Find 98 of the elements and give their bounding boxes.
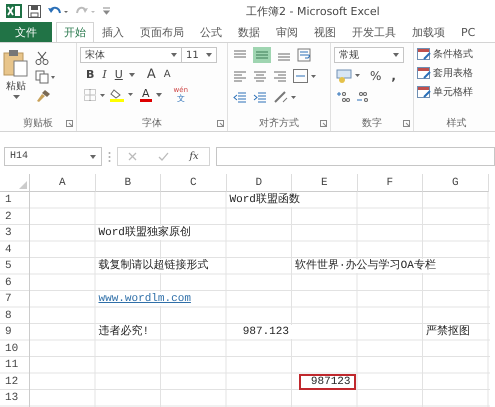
dialog-launcher-icon[interactable] — [320, 120, 327, 127]
border-icon[interactable] — [84, 89, 106, 101]
customize-icon[interactable] — [103, 7, 110, 15]
currency-icon[interactable] — [336, 69, 362, 83]
group-label: 对齐方式 — [259, 116, 299, 130]
cell-text: Word联盟独家原创 — [96, 226, 191, 240]
name-box[interactable]: H14 — [4, 147, 102, 166]
window-title: 工作簿2 - Microsoft Excel — [246, 4, 380, 19]
dialog-launcher-icon[interactable] — [403, 120, 410, 127]
table-style-icon — [417, 66, 431, 80]
orientation-icon[interactable] — [273, 90, 297, 104]
row-header[interactable]: 2 — [0, 208, 30, 225]
font-style-button[interactable]: I — [100, 68, 109, 82]
row-header[interactable]: 12 — [0, 374, 30, 390]
save-icon[interactable] — [28, 4, 41, 18]
row-header[interactable]: 8 — [0, 308, 30, 324]
formula-field[interactable] — [216, 147, 495, 166]
row-header[interactable]: 11 — [0, 357, 30, 374]
comma-button[interactable]: , — [389, 69, 398, 83]
font-color-button[interactable]: A — [140, 88, 152, 102]
row-header[interactable]: 13 — [0, 390, 30, 406]
check-icon[interactable] — [158, 152, 169, 161]
number-format-select[interactable]: 常规 — [334, 47, 404, 63]
row-header[interactable]: 9 — [0, 324, 30, 340]
grow-font-button[interactable]: A — [144, 68, 158, 82]
excel-logo-icon — [6, 4, 22, 18]
table-style-icon — [417, 48, 431, 60]
cell-text: 载复制请以超链接形式 — [96, 259, 208, 274]
row-header[interactable]: 10 — [0, 340, 30, 357]
row-header[interactable]: 3 — [0, 225, 30, 242]
percent-button[interactable]: % — [368, 69, 384, 83]
cell-link[interactable]: www.wordlm.com — [96, 292, 191, 306]
table-style-icon — [417, 86, 431, 98]
cell-text: 软件世界·办公与学习OA专栏 — [292, 259, 436, 274]
styles-menu-button[interactable]: 单元格样 — [417, 85, 495, 99]
group-label: 样式 — [446, 116, 466, 130]
row-header[interactable]: 1 — [0, 192, 30, 208]
ribbon-tab[interactable]: 开发工具 — [344, 22, 404, 42]
font-style-button[interactable]: B — [84, 68, 96, 82]
dialog-launcher-icon[interactable] — [66, 120, 73, 127]
insert-function-button[interactable]: fx — [189, 151, 199, 162]
ribbon-tab[interactable]: 公式 — [192, 22, 230, 42]
caret-icon[interactable] — [128, 73, 135, 77]
shrink-font-button[interactable]: A — [162, 68, 173, 82]
group-label: 数字 — [362, 116, 382, 130]
group-label: 字体 — [142, 116, 162, 130]
row-header[interactable]: 6 — [0, 274, 30, 291]
increase-decimal-icon[interactable] — [336, 91, 350, 103]
decrease-indent-icon[interactable] — [233, 91, 247, 103]
ribbon-tab[interactable]: 视图 — [306, 22, 344, 42]
column-header[interactable]: F — [358, 174, 423, 192]
group-label: 剪贴板 — [23, 116, 53, 130]
scissors-icon[interactable] — [35, 51, 49, 65]
decrease-decimal-icon[interactable] — [356, 91, 370, 103]
ribbon-tab[interactable]: 文件 — [0, 22, 52, 42]
caret-icon — [171, 53, 177, 57]
row-header[interactable]: 5 — [0, 258, 30, 274]
paste-button[interactable]: 粘贴 — [3, 47, 29, 115]
caret-icon — [206, 53, 212, 57]
dialog-launcher-icon[interactable] — [217, 120, 224, 127]
styles-menu-button[interactable]: 套用表格 — [417, 66, 495, 80]
brush-icon[interactable] — [35, 89, 51, 103]
font-style-button[interactable]: U — [112, 68, 125, 82]
ribbon-tab[interactable]: 审阅 — [268, 22, 306, 42]
ribbon-tab[interactable]: 加载项 — [404, 22, 453, 42]
caret-icon — [12, 95, 20, 99]
increase-indent-icon[interactable] — [253, 91, 267, 103]
ribbon-tab[interactable]: 页面布局 — [132, 22, 192, 42]
styles-menu-button[interactable]: 条件格式 — [417, 47, 495, 61]
ribbon-tab[interactable]: 开始 — [56, 22, 94, 42]
clipboard-icon — [3, 49, 29, 77]
row-header[interactable]: 7 — [0, 291, 30, 308]
align-center-icon[interactable] — [253, 70, 267, 82]
cell-text: 987123 — [298, 374, 356, 390]
caret-icon[interactable] — [156, 93, 162, 97]
font-name-select[interactable]: 宋体 — [80, 47, 182, 63]
column-header[interactable]: D — [226, 174, 292, 192]
column-header[interactable]: E — [292, 174, 358, 192]
align-right-icon[interactable] — [273, 70, 287, 82]
grip-icon — [108, 150, 111, 162]
column-header[interactable]: G — [423, 174, 488, 192]
caret-icon — [90, 154, 96, 158]
font-size-select[interactable]: 11 — [181, 47, 217, 63]
column-header[interactable]: B — [96, 174, 161, 192]
align-left-icon[interactable] — [233, 70, 247, 82]
copy-icon[interactable] — [35, 70, 57, 84]
ribbon-tab[interactable]: 插入 — [94, 22, 132, 42]
cell-text: Word联盟函数 — [226, 193, 300, 208]
fill-color-icon[interactable] — [110, 88, 136, 102]
align-middle-icon[interactable] — [253, 47, 271, 63]
column-header[interactable]: A — [30, 174, 96, 192]
column-header[interactable]: C — [161, 174, 226, 192]
caret-icon — [393, 53, 399, 57]
wrap-text-icon[interactable] — [297, 48, 313, 62]
ribbon-tab[interactable]: 数据 — [230, 22, 268, 42]
ribbon-tab[interactable]: PC — [453, 22, 484, 42]
row-header[interactable]: 4 — [0, 242, 30, 258]
merge-cells-icon[interactable] — [293, 69, 317, 83]
